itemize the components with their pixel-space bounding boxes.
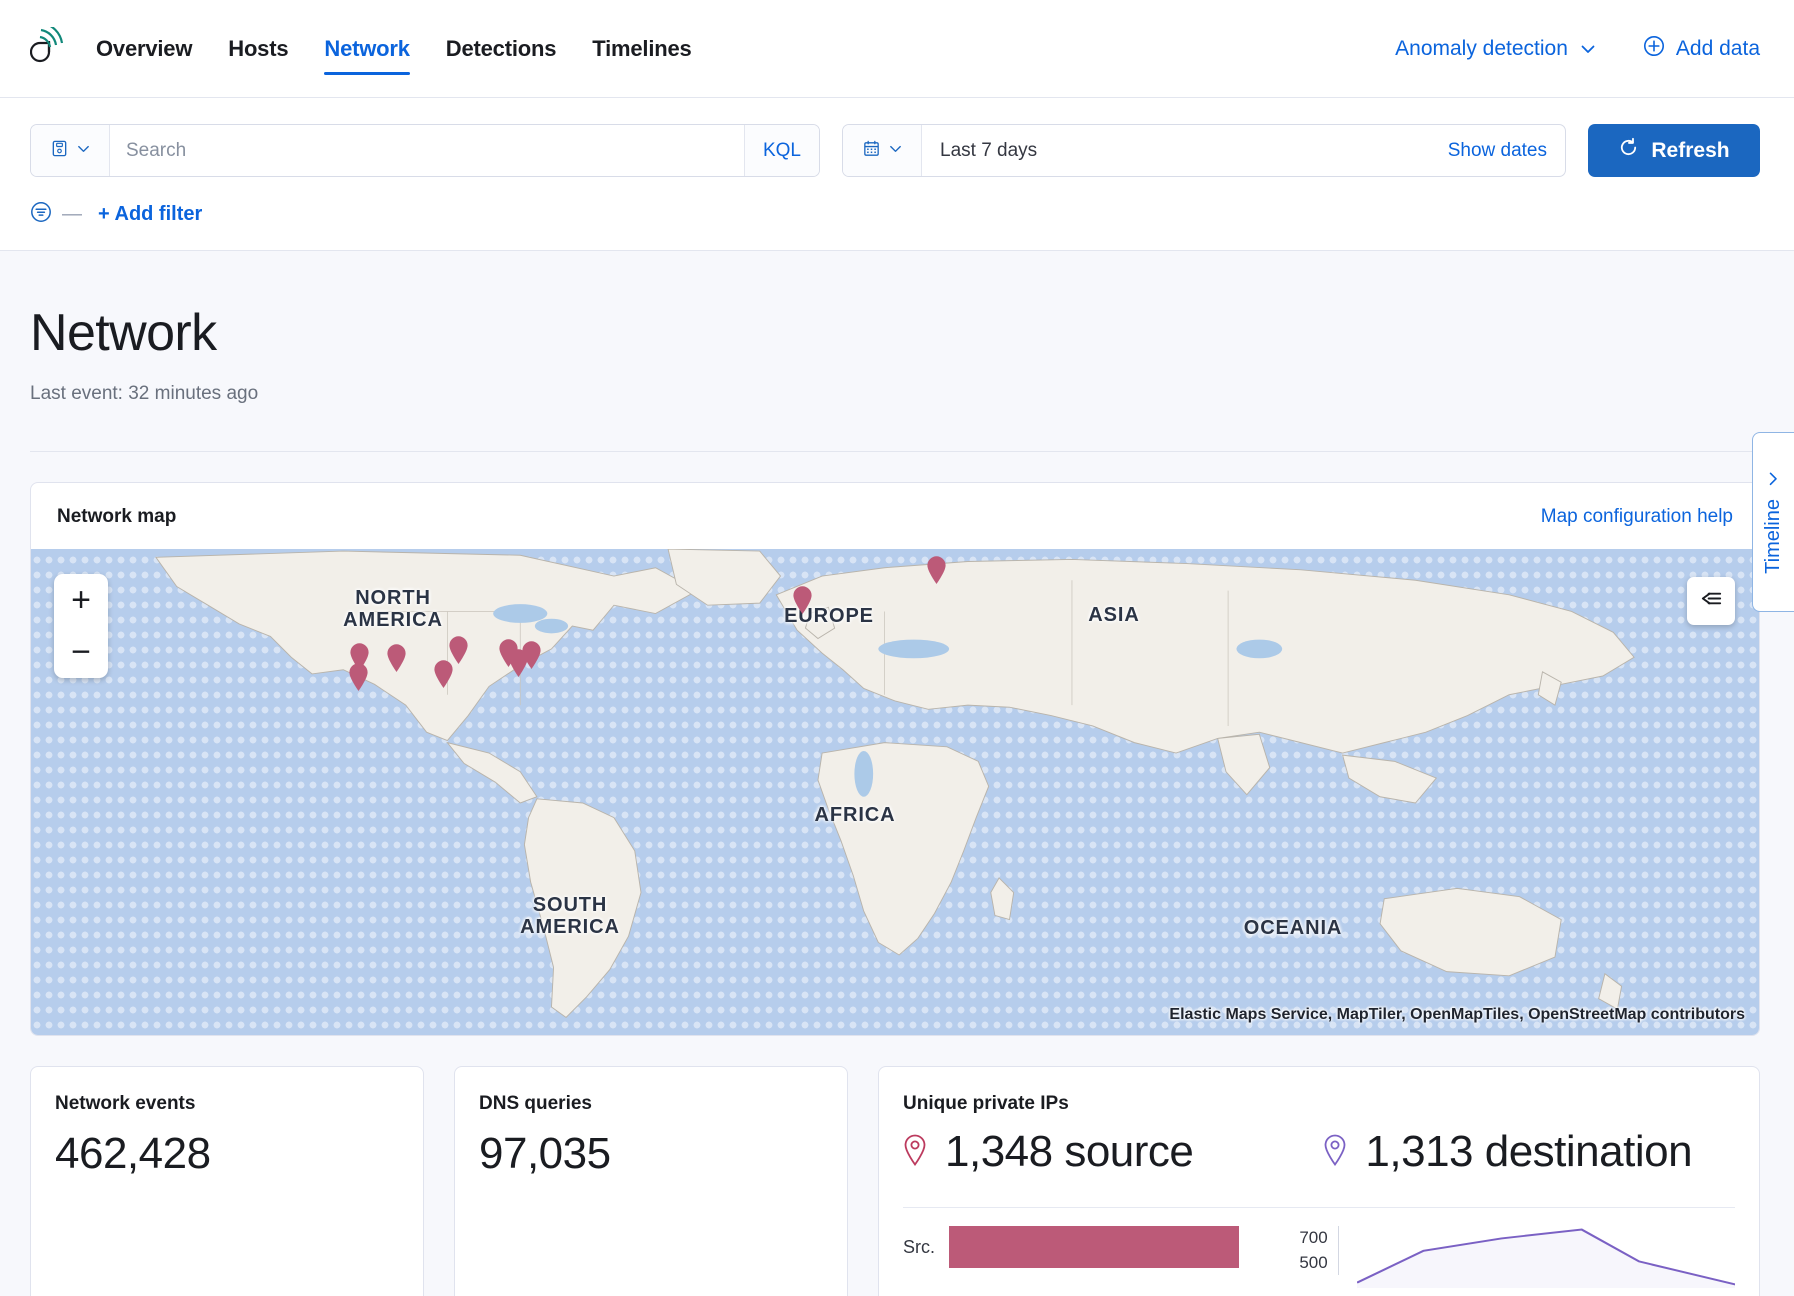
chevron-left-icon [1762, 471, 1785, 487]
filter-separator: — [62, 203, 82, 226]
search-input[interactable] [110, 125, 744, 176]
last-event-subtitle: Last event: 32 minutes ago [30, 383, 1760, 405]
spark-y-tick-500: 500 [1299, 1251, 1327, 1276]
show-dates-label: Show dates [1448, 140, 1547, 162]
top-navigation-bar: Overview Hosts Network Detections Timeli… [0, 0, 1794, 98]
network-map-panel: Network map Map configuration help [30, 482, 1760, 1036]
network-events-value: 462,428 [55, 1129, 399, 1179]
map-pin[interactable] [386, 643, 407, 673]
source-bar-group: Src. [903, 1226, 1281, 1268]
chevron-down-icon [1579, 40, 1597, 58]
refresh-label: Refresh [1651, 139, 1729, 163]
source-bar-label: Src. [903, 1237, 935, 1258]
map-pin[interactable] [792, 585, 813, 615]
unique-private-ips-source-value: 1,348 source [945, 1127, 1193, 1177]
source-bar [949, 1226, 1239, 1268]
dns-queries-value: 97,035 [479, 1129, 823, 1179]
unique-private-ips-chart: Src. 700 500 [903, 1208, 1735, 1293]
nav-item-hosts[interactable]: Hosts [228, 0, 288, 97]
unique-private-ips-destination: 1,313 destination [1323, 1127, 1692, 1177]
elastic-security-logo-icon[interactable] [30, 27, 74, 71]
nav-item-hosts-label: Hosts [228, 36, 288, 62]
refresh-icon [1618, 137, 1639, 164]
network-events-card: Network events 462,428 [30, 1066, 424, 1296]
map-pin[interactable] [521, 640, 542, 670]
nav-item-timelines-label: Timelines [592, 36, 691, 62]
world-landmass [31, 549, 1759, 1035]
nav-item-detections[interactable]: Detections [446, 0, 556, 97]
map-legend-toggle-button[interactable] [1687, 577, 1735, 625]
stat-card-row-1: Network events 462,428 DNS queries 97,03… [30, 1066, 1760, 1296]
query-bar: KQL Last 7 days [0, 98, 1794, 251]
timeline-tab-content: Timeline [1762, 471, 1785, 574]
map-pin[interactable] [926, 555, 947, 585]
unique-private-ips-card: Unique private IPs 1,348 source 1,313 de… [878, 1066, 1760, 1296]
spark-y-axis: 700 500 [1299, 1226, 1338, 1275]
legend-toggle-icon [1699, 586, 1724, 616]
save-disk-icon [50, 139, 69, 163]
nav-item-timelines[interactable]: Timelines [592, 0, 691, 97]
nav-item-detections-label: Detections [446, 36, 556, 62]
add-data-button[interactable]: Add data [1643, 35, 1760, 63]
page-title: Network [30, 303, 1760, 363]
map-marker-source-icon [903, 1134, 927, 1171]
saved-query-button[interactable] [31, 125, 110, 176]
plus-circle-icon [1643, 35, 1665, 63]
chevron-down-icon [76, 141, 91, 161]
refresh-button[interactable]: Refresh [1588, 124, 1760, 177]
map-attribution: Elastic Maps Service, MapTiler, OpenMapT… [1169, 1006, 1745, 1024]
unique-private-ips-label: Unique private IPs [903, 1093, 1735, 1115]
filter-icon[interactable] [30, 201, 52, 228]
query-bar-row: KQL Last 7 days [30, 124, 1760, 177]
spark-line-chart [1357, 1226, 1735, 1293]
page-body: Network Last event: 32 minutes ago Netwo… [0, 303, 1794, 1296]
anomaly-detection-label: Anomaly detection [1395, 37, 1568, 61]
nav-right-actions: Anomaly detection Add data [1395, 35, 1760, 63]
map-pin[interactable] [348, 662, 369, 692]
map-zoom-in-button[interactable]: + [54, 574, 108, 626]
chevron-down-icon [888, 141, 903, 161]
network-map-title: Network map [57, 506, 176, 528]
date-range-label: Last 7 days [940, 140, 1037, 162]
header-divider [30, 451, 1760, 452]
show-dates-button[interactable]: Show dates [1430, 125, 1565, 176]
network-map-header: Network map Map configuration help [31, 483, 1759, 549]
primary-nav-items: Overview Hosts Network Detections Timeli… [96, 0, 692, 97]
timeline-tab-label: Timeline [1762, 499, 1785, 574]
date-range-value[interactable]: Last 7 days [922, 125, 1430, 176]
nav-item-overview[interactable]: Overview [96, 0, 192, 97]
add-filter-button[interactable]: + Add filter [98, 203, 202, 226]
unique-private-ips-values: 1,348 source 1,313 destination [903, 1127, 1735, 1177]
add-data-label: Add data [1676, 37, 1760, 61]
nav-item-network-label: Network [324, 36, 409, 62]
network-events-label: Network events [55, 1093, 399, 1115]
kql-label: KQL [763, 140, 801, 162]
map-zoom-out-button[interactable]: − [54, 626, 108, 678]
dns-queries-card: DNS queries 97,035 [454, 1066, 848, 1296]
kql-language-switcher[interactable]: KQL [744, 125, 819, 176]
nav-item-network[interactable]: Network [324, 0, 409, 97]
anomaly-detection-button[interactable]: Anomaly detection [1395, 37, 1597, 61]
date-picker-group: Last 7 days Show dates [842, 124, 1566, 177]
map-zoom-controls: + − [54, 574, 108, 678]
map-pin[interactable] [448, 635, 469, 665]
map-configuration-help-link[interactable]: Map configuration help [1541, 506, 1733, 528]
date-quick-select-button[interactable] [843, 125, 922, 176]
unique-private-ips-destination-value: 1,313 destination [1365, 1127, 1692, 1177]
filter-row: — + Add filter [30, 201, 1760, 228]
spark-y-tick-700: 700 [1299, 1226, 1327, 1251]
network-map[interactable]: + − Elastic Maps Service, MapTiler, Open… [31, 549, 1759, 1035]
unique-private-ips-source: 1,348 source [903, 1127, 1193, 1177]
search-group: KQL [30, 124, 820, 177]
calendar-icon [862, 139, 881, 163]
nav-item-overview-label: Overview [96, 36, 192, 62]
dns-queries-label: DNS queries [479, 1093, 823, 1115]
timeline-flyout-tab[interactable]: Timeline [1752, 432, 1794, 612]
map-marker-destination-icon [1323, 1134, 1347, 1171]
